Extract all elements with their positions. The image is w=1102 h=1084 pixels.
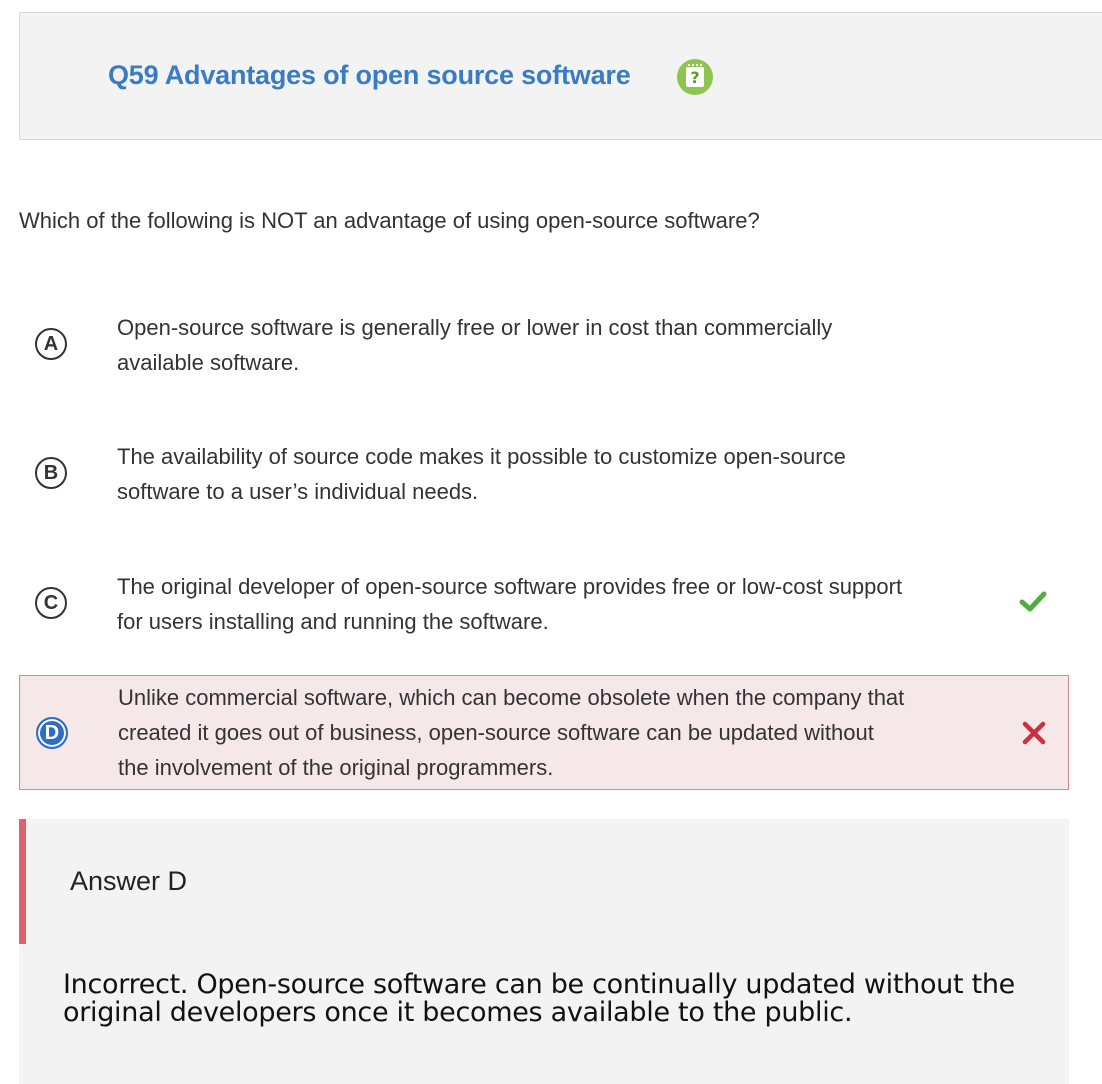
answer-explanation: Incorrect. Open-source software can be c… [63, 969, 1015, 1028]
option-b-letter[interactable]: B [35, 457, 67, 489]
answer-label: Answer D [70, 866, 188, 896]
option-d-letter[interactable]: D [36, 717, 68, 749]
question-title: Q59 Advantages of open source software [108, 60, 631, 90]
correct-check-icon [1019, 591, 1047, 612]
notepad-question-icon[interactable]: ? [677, 59, 713, 95]
option-a[interactable]: A Open-source software is generally free… [19, 310, 1069, 385]
incorrect-x-icon [1022, 721, 1046, 745]
answer-accent-bar [19, 819, 26, 944]
help-glyph: ? [686, 64, 704, 87]
option-b-text: The availability of source code makes it… [117, 444, 846, 504]
question-header: Q59 Advantages of open source software ? [19, 12, 1102, 140]
option-d-text: Unlike commercial software, which can be… [118, 685, 905, 780]
option-c[interactable]: C The original developer of open-source … [19, 569, 1069, 644]
answer-panel: Answer D Incorrect. Open-source software… [19, 819, 1069, 1084]
option-c-text: The original developer of open-source so… [117, 574, 903, 634]
option-c-letter[interactable]: C [35, 587, 67, 619]
option-d[interactable]: D Unlike commercial software, which can … [19, 675, 1069, 790]
option-a-text: Open-source software is generally free o… [117, 315, 833, 375]
option-b[interactable]: B The availability of source code makes … [19, 439, 1069, 514]
option-a-letter[interactable]: A [35, 328, 67, 360]
question-text: Which of the following is NOT an advanta… [19, 208, 760, 233]
